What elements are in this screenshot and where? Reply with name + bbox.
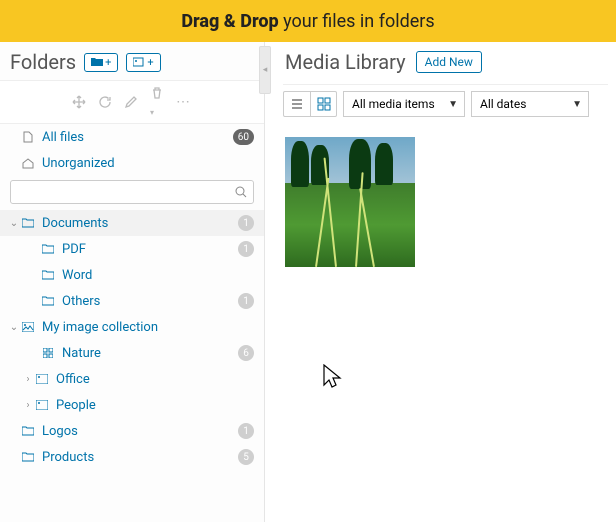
row-logos[interactable]: › Logos 1 <box>0 418 264 444</box>
row-people[interactable]: › People <box>0 392 264 418</box>
count-badge: 1 <box>238 293 254 309</box>
row-office[interactable]: › Office <box>0 366 264 392</box>
folders-title: Folders <box>10 50 76 74</box>
gallery-icon <box>20 322 36 332</box>
row-word[interactable]: Word <box>0 262 264 288</box>
chevron-down-icon: ▼ <box>572 99 582 110</box>
row-documents[interactable]: ⌄ Documents 1 <box>0 210 264 236</box>
file-icon <box>20 131 36 143</box>
edit-icon[interactable] <box>124 95 138 109</box>
gallery-icon <box>34 374 50 384</box>
row-my-images[interactable]: ⌄ My image collection <box>0 314 264 340</box>
new-folder-button[interactable]: + <box>84 53 118 72</box>
more-icon[interactable]: ⋯ <box>176 94 192 110</box>
chevron-right-icon[interactable]: › <box>22 400 34 411</box>
count-badge: 60 <box>233 129 254 145</box>
folder-plus-icon <box>91 57 103 67</box>
media-thumbnail[interactable] <box>285 137 415 267</box>
chevron-right-icon[interactable]: › <box>22 374 34 385</box>
home-icon <box>20 157 36 169</box>
row-nature[interactable]: Nature 6 <box>0 340 264 366</box>
drag-handle-icon[interactable]: ◂ <box>259 46 271 94</box>
row-unorganized[interactable]: ▾ Unorganized <box>0 150 264 176</box>
chevron-down-icon[interactable]: ⌄ <box>8 322 20 333</box>
search-icon <box>234 184 248 203</box>
row-pdf[interactable]: PDF 1 <box>0 236 264 262</box>
list-view-icon[interactable] <box>284 92 310 116</box>
add-new-button[interactable]: Add New <box>416 51 482 73</box>
folder-icon <box>40 270 56 280</box>
folder-icon <box>20 426 36 436</box>
filter-type-select[interactable]: All media items▼ <box>343 91 465 117</box>
grid-icon <box>40 348 56 358</box>
library-title: Media Library <box>285 50 406 74</box>
trash-icon[interactable]: ▾ <box>150 86 164 119</box>
folders-panel: Folders + + ▾ ⋯ ▾ All files 60 ▾ <box>0 42 265 522</box>
new-gallery-button[interactable]: + <box>126 53 160 72</box>
chevron-down-icon[interactable]: ⌄ <box>8 218 20 229</box>
count-badge: 5 <box>238 449 254 465</box>
row-all-files[interactable]: ▾ All files 60 <box>0 124 264 150</box>
row-products[interactable]: › Products 5 <box>0 444 264 470</box>
chevron-down-icon: ▼ <box>448 99 458 110</box>
banner-bold: Drag & Drop <box>181 11 278 32</box>
count-badge: 1 <box>238 241 254 257</box>
folder-icon <box>20 452 36 462</box>
banner-rest: your files in folders <box>279 11 435 32</box>
gallery-plus-icon <box>133 57 145 67</box>
folder-icon <box>40 296 56 306</box>
media-library-panel: Media Library Add New All media items▼ A… <box>277 42 616 522</box>
gallery-icon <box>34 400 50 410</box>
folder-toolbar: ▾ ⋯ <box>0 80 264 124</box>
panel-divider[interactable]: ◂ <box>265 42 277 522</box>
folder-icon <box>20 218 36 228</box>
refresh-icon[interactable] <box>98 95 112 109</box>
filter-date-select[interactable]: All dates▼ <box>471 91 589 117</box>
move-icon[interactable] <box>72 95 86 109</box>
count-badge: 1 <box>238 423 254 439</box>
grid-view-icon[interactable] <box>310 92 336 116</box>
view-toggle <box>283 91 337 117</box>
count-badge: 1 <box>238 215 254 231</box>
row-others[interactable]: Others 1 <box>0 288 264 314</box>
banner: Drag & Drop your files in folders <box>0 0 616 42</box>
folder-icon <box>40 244 56 254</box>
count-badge: 6 <box>238 345 254 361</box>
folder-search-input[interactable] <box>10 180 254 204</box>
